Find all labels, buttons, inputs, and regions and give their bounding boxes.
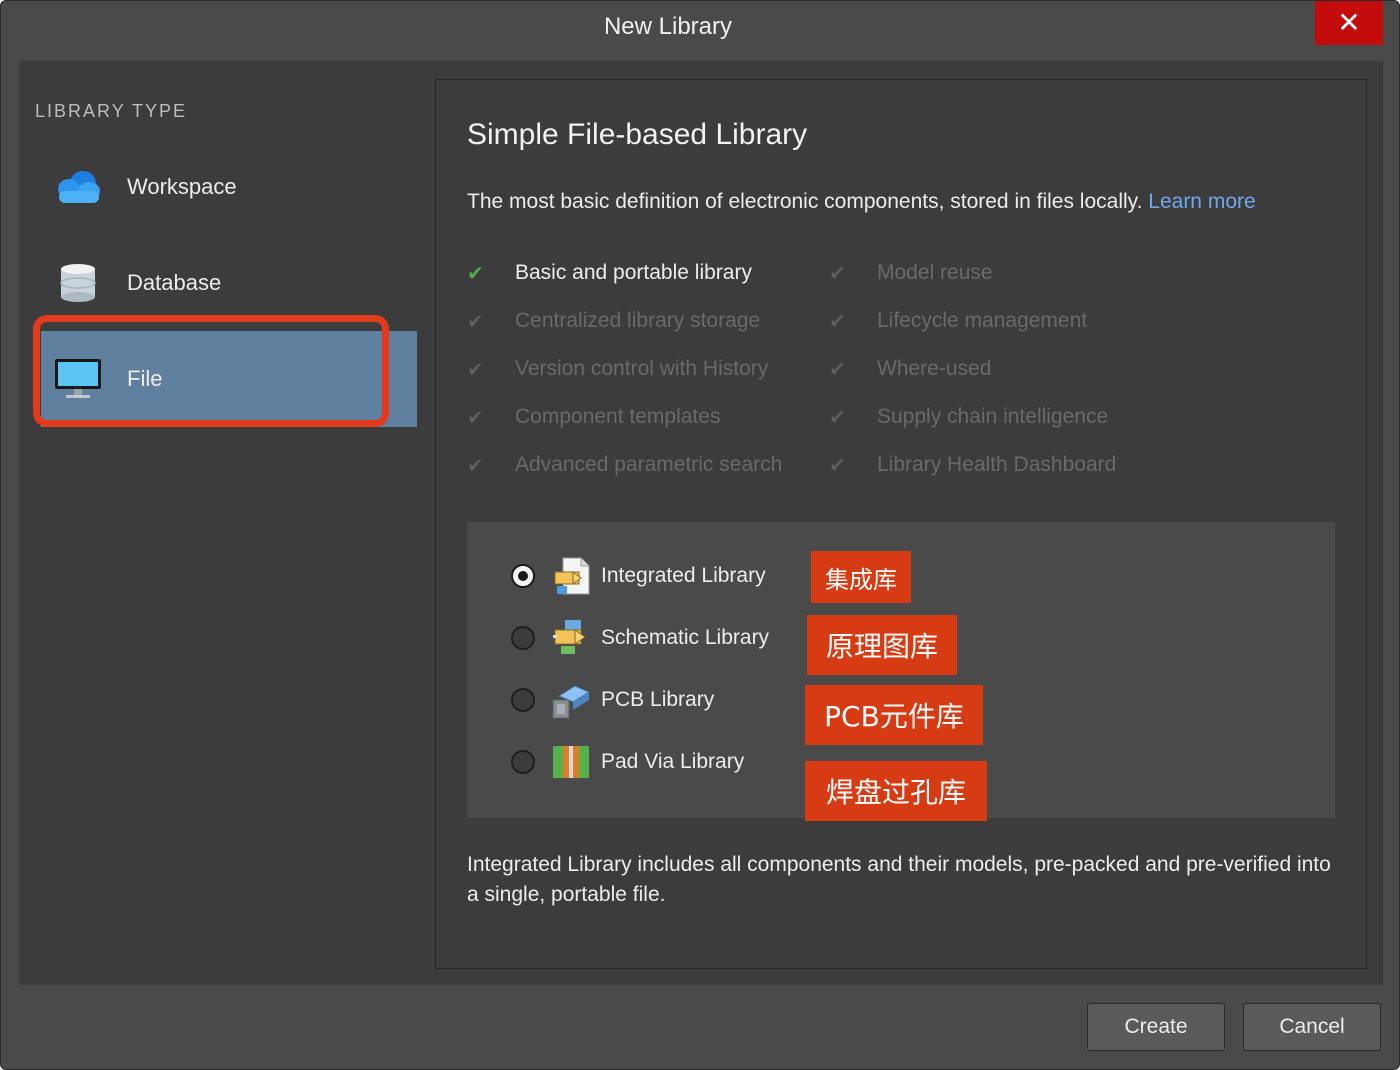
- library-type-explanation: Integrated Library includes all componen…: [467, 853, 1331, 906]
- feature-item: ✔ Model reuse: [829, 258, 993, 288]
- feature-label: Component templates: [515, 405, 721, 428]
- check-icon: ✔: [829, 454, 846, 477]
- feature-label: Basic and portable library: [515, 261, 752, 284]
- radio-button[interactable]: [511, 626, 535, 650]
- cancel-button[interactable]: Cancel: [1243, 1003, 1381, 1051]
- annotation-integrated-library: 集成库: [811, 551, 911, 603]
- panel-description: The most basic definition of electronic …: [467, 190, 1256, 214]
- sidebar-item-label: Database: [127, 270, 222, 295]
- check-icon: ✔: [467, 454, 484, 477]
- learn-more-link[interactable]: Learn more: [1148, 190, 1255, 213]
- monitor-icon: [53, 357, 103, 401]
- option-label: Schematic Library: [601, 626, 770, 649]
- close-button[interactable]: ✕: [1315, 1, 1383, 45]
- library-type-heading: LIBRARY TYPE: [35, 101, 188, 121]
- radio-button[interactable]: [511, 688, 535, 712]
- option-schematic-library[interactable]: Schematic Library: [511, 618, 769, 658]
- dialog-body: LIBRARY TYPE Workspace Database File Sim…: [19, 61, 1383, 985]
- option-label: PCB Library: [601, 688, 715, 711]
- feature-label: Model reuse: [877, 261, 993, 284]
- check-icon: ✔: [467, 406, 484, 429]
- check-icon: ✔: [467, 310, 484, 333]
- option-label: Pad Via Library: [601, 750, 745, 773]
- feature-item: ✔ Lifecycle management: [829, 306, 1087, 336]
- radio-button[interactable]: [511, 564, 535, 588]
- feature-item: ✔ Component templates: [467, 402, 720, 432]
- integrated-library-icon: [551, 556, 591, 596]
- check-icon: ✔: [829, 406, 846, 429]
- feature-label: Library Health Dashboard: [877, 453, 1117, 476]
- close-icon: ✕: [1337, 7, 1361, 38]
- feature-label: Advanced parametric search: [515, 453, 783, 476]
- schematic-library-icon: [551, 618, 591, 658]
- option-label: Integrated Library: [601, 564, 766, 587]
- feature-label: Supply chain intelligence: [877, 405, 1109, 428]
- create-button[interactable]: Create: [1087, 1003, 1225, 1051]
- check-icon: ✔: [829, 358, 846, 381]
- feature-item: ✔ Advanced parametric search: [467, 450, 782, 480]
- new-library-dialog: New Library ✕ LIBRARY TYPE Workspace Dat…: [0, 0, 1400, 1070]
- description-text: The most basic definition of electronic …: [467, 190, 1143, 213]
- check-icon: ✔: [467, 262, 484, 285]
- feature-label: Where-used: [877, 357, 992, 380]
- sidebar-item-label: File: [127, 366, 163, 391]
- option-pcb-library[interactable]: PCB Library: [511, 680, 714, 720]
- feature-item: ✔ Library Health Dashboard: [829, 450, 1116, 480]
- feature-item: ✔ Where-used: [829, 354, 991, 384]
- panel-title: Simple File-based Library: [467, 118, 808, 151]
- cloud-icon: [53, 165, 103, 209]
- sidebar-item-workspace[interactable]: Workspace: [41, 139, 417, 235]
- feature-label: Lifecycle management: [877, 309, 1088, 332]
- feature-item: ✔ Supply chain intelligence: [829, 402, 1108, 432]
- feature-label: Version control with History: [515, 357, 769, 380]
- option-integrated-library[interactable]: Integrated Library: [511, 556, 766, 596]
- option-pad-via-library[interactable]: Pad Via Library: [511, 742, 744, 782]
- sidebar-item-file[interactable]: File: [41, 331, 417, 427]
- feature-item: ✔ Version control with History: [467, 354, 768, 384]
- feature-item: ✔ Centralized library storage: [467, 306, 760, 336]
- dialog-title: New Library: [603, 13, 733, 40]
- check-icon: ✔: [467, 358, 484, 381]
- check-icon: ✔: [829, 262, 846, 285]
- sidebar-item-database[interactable]: Database: [41, 235, 417, 331]
- annotation-pcb-library: PCB元件库: [805, 685, 983, 745]
- pcb-library-icon: [551, 680, 591, 720]
- annotation-schematic-library: 原理图库: [807, 615, 957, 675]
- feature-item: ✔ Basic and portable library: [467, 258, 752, 288]
- sidebar-item-label: Workspace: [127, 174, 237, 199]
- radio-button[interactable]: [511, 750, 535, 774]
- feature-label: Centralized library storage: [515, 309, 761, 332]
- check-icon: ✔: [829, 310, 846, 333]
- library-details-panel: Simple File-based Library The most basic…: [435, 79, 1367, 969]
- pad-via-library-icon: [551, 742, 591, 782]
- annotation-pad-via-library: 焊盘过孔库: [805, 761, 987, 821]
- database-icon: [53, 261, 103, 305]
